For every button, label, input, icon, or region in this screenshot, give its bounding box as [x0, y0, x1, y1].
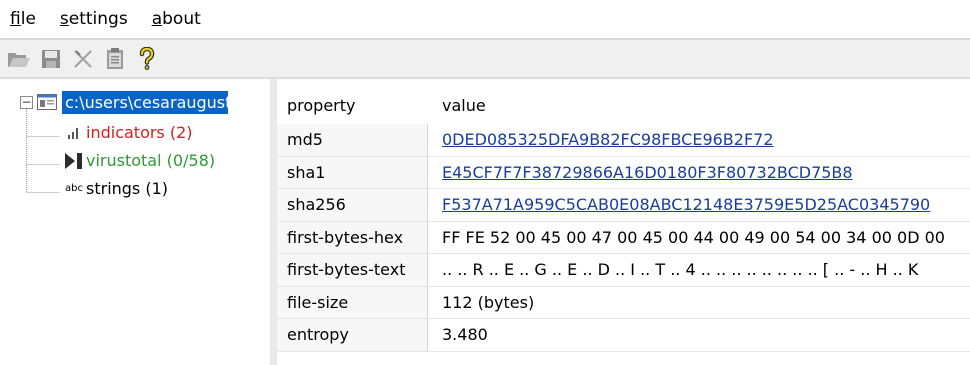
tree-item-virustotal[interactable]: virustotal (0/58): [62, 151, 215, 170]
md5-link[interactable]: 0DED085325DFA9B82FC98FBCE96B2F72: [442, 130, 774, 149]
menu-file-accel: f: [10, 9, 21, 29]
tree-item-indicators[interactable]: indicators (2): [62, 123, 193, 142]
grid-header: property value: [277, 89, 970, 122]
column-header-value[interactable]: value: [428, 96, 486, 115]
save-icon: [42, 49, 60, 68]
menu-file[interactable]: file: [10, 9, 36, 29]
help-question-icon: [139, 46, 155, 70]
table-row[interactable]: first-bytes-text .. .. R .. E .. G .. E …: [277, 254, 970, 287]
clipboard-button[interactable]: [100, 44, 130, 74]
row-property: file-size: [277, 286, 428, 318]
row-value: 0DED085325DFA9B82FC98FBCE96B2F72: [428, 124, 970, 156]
property-grid: property value md5 0DED085325DFA9B82FC98…: [277, 79, 970, 365]
table-row[interactable]: sha1 E45CF7F7F38729866A16D0180F3F80732BC…: [277, 156, 970, 189]
close-button[interactable]: [68, 44, 98, 74]
row-property: sha256: [277, 189, 428, 221]
abc-icon: abc: [65, 183, 83, 194]
collapse-icon[interactable]: −: [20, 95, 33, 109]
menu-about-accel: a: [151, 9, 163, 29]
pane-splitter[interactable]: [270, 79, 277, 365]
bar-chart-icon: [62, 127, 86, 139]
tree-item-indicators-label: indicators (2): [86, 123, 193, 142]
row-property: first-bytes-text: [277, 254, 428, 286]
row-property: entropy: [277, 319, 428, 351]
menu-settings[interactable]: settings: [60, 9, 128, 29]
row-value: E45CF7F7F38729866A16D0180F3F80732BCD75B8: [428, 157, 970, 189]
open-folder-icon: [8, 52, 30, 67]
row-value: 3.480: [442, 325, 488, 345]
menu-file-rest: ile: [20, 9, 36, 29]
close-x-icon: [74, 49, 92, 68]
grid-rows: md5 0DED085325DFA9B82FC98FBCE96B2F72 sha…: [277, 124, 970, 352]
tree-item-strings[interactable]: abc strings (1): [62, 179, 168, 198]
virustotal-arrow-icon: [62, 152, 86, 170]
menu-about[interactable]: about: [152, 9, 201, 29]
row-property: sha1: [277, 156, 428, 188]
row-property: first-bytes-hex: [277, 221, 428, 253]
table-row[interactable]: first-bytes-hex FF FE 52 00 45 00 47 00 …: [277, 221, 970, 254]
clipboard-icon: [107, 47, 123, 69]
help-button[interactable]: [132, 44, 162, 74]
row-value: 112 (bytes): [442, 292, 535, 312]
table-row[interactable]: entropy 3.480: [277, 319, 970, 352]
column-header-property[interactable]: property: [277, 96, 428, 115]
file-tree: − c:\users\cesaraugust indicators (2) vi…: [0, 79, 270, 365]
menu-settings-accel: s: [59, 9, 69, 29]
row-value: FF FE 52 00 45 00 47 00 45 00 44 00 49 0…: [442, 227, 945, 247]
sha1-link[interactable]: E45CF7F7F38729866A16D0180F3F80732BCD75B8: [442, 163, 853, 182]
row-value: F537A71A959C5CAB0E08ABC12148E3759E5D25AC…: [428, 189, 970, 221]
tree-root-label: c:\users\cesaraugust: [62, 90, 228, 114]
menu-settings-rest: ettings: [68, 9, 128, 29]
tree-root-node[interactable]: − c:\users\cesaraugust: [20, 88, 228, 116]
menubar: file settings about: [0, 0, 970, 38]
save-button[interactable]: [36, 44, 66, 74]
open-button[interactable]: [4, 44, 34, 74]
sha256-link[interactable]: F537A71A959C5CAB0E08ABC12148E3759E5D25AC…: [442, 195, 930, 214]
toolbar: [0, 40, 970, 77]
row-property: md5: [277, 124, 428, 156]
file-window-icon: [37, 94, 57, 110]
table-row[interactable]: file-size 112 (bytes): [277, 286, 970, 319]
tree-item-strings-label: strings (1): [86, 179, 169, 198]
row-value: .. .. R .. E .. G .. E .. D .. I .. T ..…: [442, 260, 919, 280]
table-row[interactable]: md5 0DED085325DFA9B82FC98FBCE96B2F72: [277, 124, 970, 157]
table-row[interactable]: sha256 F537A71A959C5CAB0E08ABC12148E3759…: [277, 189, 970, 222]
tree-item-virustotal-label: virustotal (0/58): [86, 151, 216, 170]
menu-about-rest: bout: [162, 9, 201, 29]
